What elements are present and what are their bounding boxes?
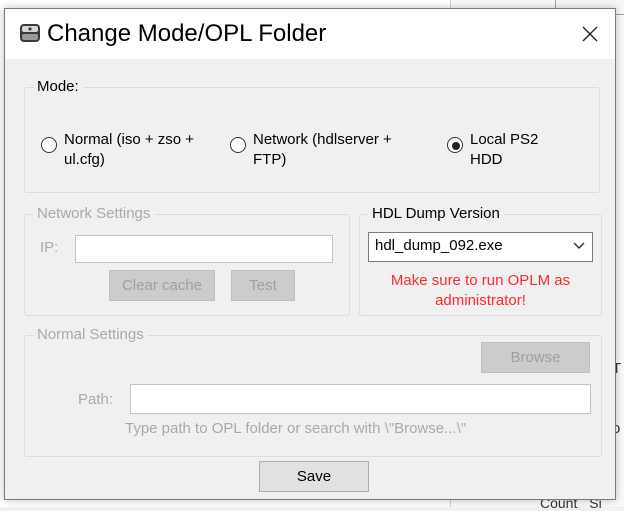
- save-button[interactable]: Save: [259, 461, 369, 492]
- radio-normal-line1[interactable]: Normal (iso + zso +: [64, 130, 194, 150]
- radio-local-hdd-line2[interactable]: HDD: [470, 150, 538, 170]
- radio-normal-circle[interactable]: [41, 137, 57, 153]
- radio-selected-dot: [452, 142, 460, 150]
- title-bar: Change Mode/OPL Folder: [5, 9, 615, 59]
- normal-settings-legend: Normal Settings: [33, 326, 148, 343]
- hdl-dump-group: HDL Dump Version hdl_dump_092.exe Make s…: [359, 205, 602, 316]
- radio-normal-line2[interactable]: ul.cfg): [64, 150, 194, 170]
- hdl-dump-selected-value[interactable]: hdl_dump_092.exe: [375, 237, 503, 254]
- close-icon[interactable]: [570, 15, 610, 53]
- radio-local-hdd-label[interactable]: Local PS2 HDD: [470, 130, 538, 170]
- change-mode-dialog: Change Mode/OPL Folder Mode: Normal (iso…: [4, 8, 616, 500]
- chevron-down-icon[interactable]: [572, 239, 586, 253]
- network-settings-group: Network Settings IP: Clear cache Test: [24, 205, 350, 316]
- radio-network-label[interactable]: Network (hdlserver + FTP): [253, 130, 392, 170]
- ip-input[interactable]: [75, 235, 333, 263]
- clear-cache-button[interactable]: Clear cache: [109, 270, 215, 301]
- radio-local-hdd-circle[interactable]: [447, 137, 463, 153]
- path-label: Path:: [78, 391, 114, 408]
- admin-warning-line1: Make sure to run OPLM as: [390, 272, 571, 289]
- app-icon: [20, 24, 40, 42]
- path-hint: Type path to OPL folder or search with \…: [125, 420, 467, 437]
- path-input[interactable]: [130, 384, 591, 414]
- radio-normal-label[interactable]: Normal (iso + zso + ul.cfg): [64, 130, 194, 170]
- ip-label: IP:: [40, 239, 59, 256]
- admin-warning-line2: administrator!: [435, 292, 526, 309]
- test-button[interactable]: Test: [231, 270, 295, 301]
- dialog-title: Change Mode/OPL Folder: [47, 20, 327, 47]
- hdl-dump-legend: HDL Dump Version: [368, 205, 504, 222]
- mode-legend: Mode:: [33, 78, 83, 95]
- mode-group: Mode: Normal (iso + zso + ul.cfg) Networ…: [24, 78, 600, 193]
- hdl-dump-select[interactable]: hdl_dump_092.exe: [368, 232, 593, 262]
- admin-warning: Make sure to run OPLM as administrator!: [360, 271, 601, 311]
- normal-settings-group: Normal Settings Browse Path: Type path t…: [24, 326, 602, 457]
- browse-button[interactable]: Browse: [481, 342, 590, 373]
- radio-network-circle[interactable]: [230, 137, 246, 153]
- radio-network-line1[interactable]: Network (hdlserver +: [253, 130, 392, 150]
- radio-local-hdd-line1[interactable]: Local PS2: [470, 130, 538, 150]
- radio-network-line2[interactable]: FTP): [253, 150, 392, 170]
- network-settings-legend: Network Settings: [33, 205, 155, 222]
